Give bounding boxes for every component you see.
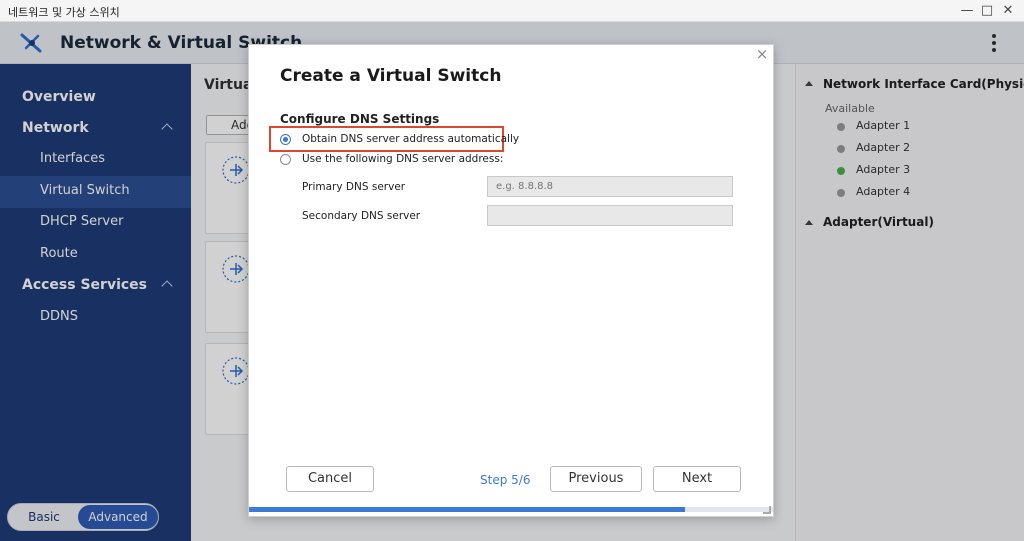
wizard-progress-bar: [249, 507, 773, 512]
section-title: Configure DNS Settings: [280, 112, 440, 126]
step-indicator: Step 5/6: [480, 473, 531, 487]
minimize-icon[interactable]: —: [958, 2, 976, 20]
window-title: 네트워크 및 가상 스위치: [8, 6, 120, 19]
primary-dns-input[interactable]: [487, 176, 733, 197]
previous-button[interactable]: Previous: [550, 466, 642, 492]
os-title-bar: 네트워크 및 가상 스위치 — □ ✕: [0, 0, 1024, 22]
cancel-button[interactable]: Cancel: [286, 466, 374, 492]
close-icon[interactable]: ×: [753, 45, 771, 63]
resize-handle-icon[interactable]: [763, 506, 771, 514]
radio-button[interactable]: [280, 154, 291, 165]
dns-auto-label: Obtain DNS server address automatically: [302, 133, 520, 145]
next-button[interactable]: Next: [653, 466, 741, 492]
secondary-dns-input[interactable]: [487, 205, 733, 226]
create-virtual-switch-dialog: × Create a Virtual Switch Configure DNS …: [248, 44, 774, 517]
primary-dns-label: Primary DNS server: [302, 181, 406, 193]
dns-manual-label: Use the following DNS server address:: [302, 153, 504, 165]
maximize-icon[interactable]: □: [978, 2, 996, 20]
secondary-dns-label: Secondary DNS server: [302, 210, 421, 222]
dialog-title: Create a Virtual Switch: [280, 66, 502, 86]
radio-button-checked[interactable]: [280, 134, 291, 145]
wizard-progress-fill: [249, 507, 686, 512]
close-window-icon[interactable]: ✕: [999, 2, 1017, 20]
